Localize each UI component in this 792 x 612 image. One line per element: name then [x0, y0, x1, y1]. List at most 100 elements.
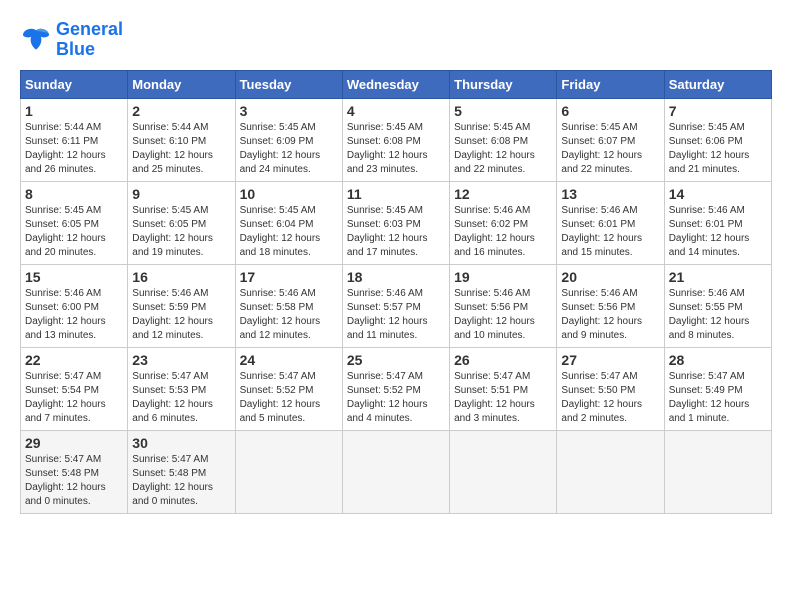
calendar-cell: 24 Sunrise: 5:47 AM Sunset: 5:52 PM Dayli… [235, 347, 342, 430]
calendar-cell: 14Sunrise: 5:46 AM Sunset: 6:01 PM Dayli… [664, 181, 771, 264]
day-info: Sunrise: 5:46 AM Sunset: 5:58 PM Dayligh… [240, 287, 338, 343]
day-info: Sunrise: 5:45 AM Sunset: 6:08 PM Dayligh… [347, 121, 445, 177]
day-number: 29 [25, 435, 123, 451]
calendar-table: SundayMondayTuesdayWednesdayThursdayFrid… [20, 70, 772, 514]
day-info: Sunrise: 5:45 AM Sunset: 6:04 PM Dayligh… [240, 204, 338, 260]
page-header: General Blue [20, 20, 772, 60]
header-row: SundayMondayTuesdayWednesdayThursdayFrid… [21, 70, 772, 98]
day-info: Sunrise: 5:47 AM Sunset: 5:49 PM Dayligh… [669, 370, 767, 426]
day-number: 25 [347, 352, 445, 368]
day-info: Sunrise: 5:46 AM Sunset: 6:01 PM Dayligh… [561, 204, 659, 260]
day-number: 18 [347, 269, 445, 285]
day-number: 27 [561, 352, 659, 368]
calendar-cell: 11 Sunrise: 5:45 AM Sunset: 6:03 PM Dayli… [342, 181, 449, 264]
calendar-cell: 1Sunrise: 5:44 AM Sunset: 6:11 PM Daylig… [21, 98, 128, 181]
day-info: Sunrise: 5:45 AM Sunset: 6:08 PM Dayligh… [454, 121, 552, 177]
day-info: Sunrise: 5:44 AM Sunset: 6:10 PM Dayligh… [132, 121, 230, 177]
calendar-cell: 27Sunrise: 5:47 AM Sunset: 5:50 PM Dayli… [557, 347, 664, 430]
day-number: 9 [132, 186, 230, 202]
calendar-cell [450, 430, 557, 513]
day-info: Sunrise: 5:47 AM Sunset: 5:48 PM Dayligh… [25, 453, 123, 509]
day-info: Sunrise: 5:47 AM Sunset: 5:54 PM Dayligh… [25, 370, 123, 426]
day-number: 22 [25, 352, 123, 368]
calendar-cell: 17 Sunrise: 5:46 AM Sunset: 5:58 PM Dayli… [235, 264, 342, 347]
calendar-cell: 2 Sunrise: 5:44 AM Sunset: 6:10 PM Daylig… [128, 98, 235, 181]
day-info: Sunrise: 5:45 AM Sunset: 6:05 PM Dayligh… [132, 204, 230, 260]
day-info: Sunrise: 5:46 AM Sunset: 5:56 PM Dayligh… [561, 287, 659, 343]
day-number: 28 [669, 352, 767, 368]
day-number: 14 [669, 186, 767, 202]
day-info: Sunrise: 5:46 AM Sunset: 6:02 PM Dayligh… [454, 204, 552, 260]
day-info: Sunrise: 5:46 AM Sunset: 6:00 PM Dayligh… [25, 287, 123, 343]
column-header-saturday: Saturday [664, 70, 771, 98]
calendar-cell: 10Sunrise: 5:45 AM Sunset: 6:04 PM Dayli… [235, 181, 342, 264]
column-header-thursday: Thursday [450, 70, 557, 98]
day-info: Sunrise: 5:45 AM Sunset: 6:06 PM Dayligh… [669, 121, 767, 177]
calendar-week-3: 15Sunrise: 5:46 AM Sunset: 6:00 PM Dayli… [21, 264, 772, 347]
calendar-week-2: 8 Sunrise: 5:45 AM Sunset: 6:05 PM Daylig… [21, 181, 772, 264]
column-header-sunday: Sunday [21, 70, 128, 98]
day-info: Sunrise: 5:47 AM Sunset: 5:51 PM Dayligh… [454, 370, 552, 426]
day-number: 6 [561, 103, 659, 119]
calendar-week-1: 1Sunrise: 5:44 AM Sunset: 6:11 PM Daylig… [21, 98, 772, 181]
day-info: Sunrise: 5:47 AM Sunset: 5:52 PM Dayligh… [347, 370, 445, 426]
calendar-cell: 21 Sunrise: 5:46 AM Sunset: 5:55 PM Dayli… [664, 264, 771, 347]
day-info: Sunrise: 5:46 AM Sunset: 5:55 PM Dayligh… [669, 287, 767, 343]
calendar-cell: 26 Sunrise: 5:47 AM Sunset: 5:51 PM Dayli… [450, 347, 557, 430]
day-info: Sunrise: 5:45 AM Sunset: 6:07 PM Dayligh… [561, 121, 659, 177]
day-number: 21 [669, 269, 767, 285]
day-number: 30 [132, 435, 230, 451]
calendar-week-4: 22 Sunrise: 5:47 AM Sunset: 5:54 PM Dayli… [21, 347, 772, 430]
calendar-cell: 25 Sunrise: 5:47 AM Sunset: 5:52 PM Dayli… [342, 347, 449, 430]
day-info: Sunrise: 5:44 AM Sunset: 6:11 PM Dayligh… [25, 121, 123, 177]
column-header-wednesday: Wednesday [342, 70, 449, 98]
calendar-cell: 23 Sunrise: 5:47 AM Sunset: 5:53 PM Dayli… [128, 347, 235, 430]
calendar-cell: 3Sunrise: 5:45 AM Sunset: 6:09 PM Daylig… [235, 98, 342, 181]
calendar-cell: 7 Sunrise: 5:45 AM Sunset: 6:06 PM Daylig… [664, 98, 771, 181]
calendar-cell: 29 Sunrise: 5:47 AM Sunset: 5:48 PM Dayli… [21, 430, 128, 513]
day-info: Sunrise: 5:47 AM Sunset: 5:48 PM Dayligh… [132, 453, 230, 509]
day-number: 5 [454, 103, 552, 119]
column-header-monday: Monday [128, 70, 235, 98]
day-number: 20 [561, 269, 659, 285]
day-number: 17 [240, 269, 338, 285]
calendar-cell [235, 430, 342, 513]
calendar-cell [342, 430, 449, 513]
day-number: 24 [240, 352, 338, 368]
calendar-cell: 22 Sunrise: 5:47 AM Sunset: 5:54 PM Dayli… [21, 347, 128, 430]
day-number: 4 [347, 103, 445, 119]
day-number: 11 [347, 186, 445, 202]
calendar-cell: 18 Sunrise: 5:46 AM Sunset: 5:57 PM Dayli… [342, 264, 449, 347]
calendar-cell: 12Sunrise: 5:46 AM Sunset: 6:02 PM Dayli… [450, 181, 557, 264]
day-info: Sunrise: 5:45 AM Sunset: 6:03 PM Dayligh… [347, 204, 445, 260]
calendar-cell: 9 Sunrise: 5:45 AM Sunset: 6:05 PM Daylig… [128, 181, 235, 264]
column-header-friday: Friday [557, 70, 664, 98]
day-info: Sunrise: 5:46 AM Sunset: 5:57 PM Dayligh… [347, 287, 445, 343]
calendar-cell: 16Sunrise: 5:46 AM Sunset: 5:59 PM Dayli… [128, 264, 235, 347]
day-info: Sunrise: 5:47 AM Sunset: 5:53 PM Dayligh… [132, 370, 230, 426]
calendar-cell: 6 Sunrise: 5:45 AM Sunset: 6:07 PM Daylig… [557, 98, 664, 181]
day-number: 8 [25, 186, 123, 202]
calendar-week-5: 29 Sunrise: 5:47 AM Sunset: 5:48 PM Dayli… [21, 430, 772, 513]
calendar-cell: 8Sunrise: 5:45 AM Sunset: 6:05 PM Daylig… [21, 181, 128, 264]
logo-text: General Blue [56, 20, 123, 60]
calendar-cell: 4 Sunrise: 5:45 AM Sunset: 6:08 PM Daylig… [342, 98, 449, 181]
calendar-cell [664, 430, 771, 513]
day-info: Sunrise: 5:46 AM Sunset: 5:56 PM Dayligh… [454, 287, 552, 343]
day-info: Sunrise: 5:45 AM Sunset: 6:09 PM Dayligh… [240, 121, 338, 177]
day-info: Sunrise: 5:47 AM Sunset: 5:52 PM Dayligh… [240, 370, 338, 426]
calendar-cell: 28 Sunrise: 5:47 AM Sunset: 5:49 PM Dayli… [664, 347, 771, 430]
calendar-cell: 30 Sunrise: 5:47 AM Sunset: 5:48 PM Dayli… [128, 430, 235, 513]
calendar-cell: 19 Sunrise: 5:46 AM Sunset: 5:56 PM Dayli… [450, 264, 557, 347]
day-number: 23 [132, 352, 230, 368]
day-number: 19 [454, 269, 552, 285]
day-number: 13 [561, 186, 659, 202]
day-number: 26 [454, 352, 552, 368]
calendar-cell: 20 Sunrise: 5:46 AM Sunset: 5:56 PM Dayli… [557, 264, 664, 347]
calendar-cell: 13 Sunrise: 5:46 AM Sunset: 6:01 PM Dayli… [557, 181, 664, 264]
calendar-cell: 15Sunrise: 5:46 AM Sunset: 6:00 PM Dayli… [21, 264, 128, 347]
day-number: 7 [669, 103, 767, 119]
day-number: 16 [132, 269, 230, 285]
day-number: 2 [132, 103, 230, 119]
logo-icon [20, 24, 52, 56]
